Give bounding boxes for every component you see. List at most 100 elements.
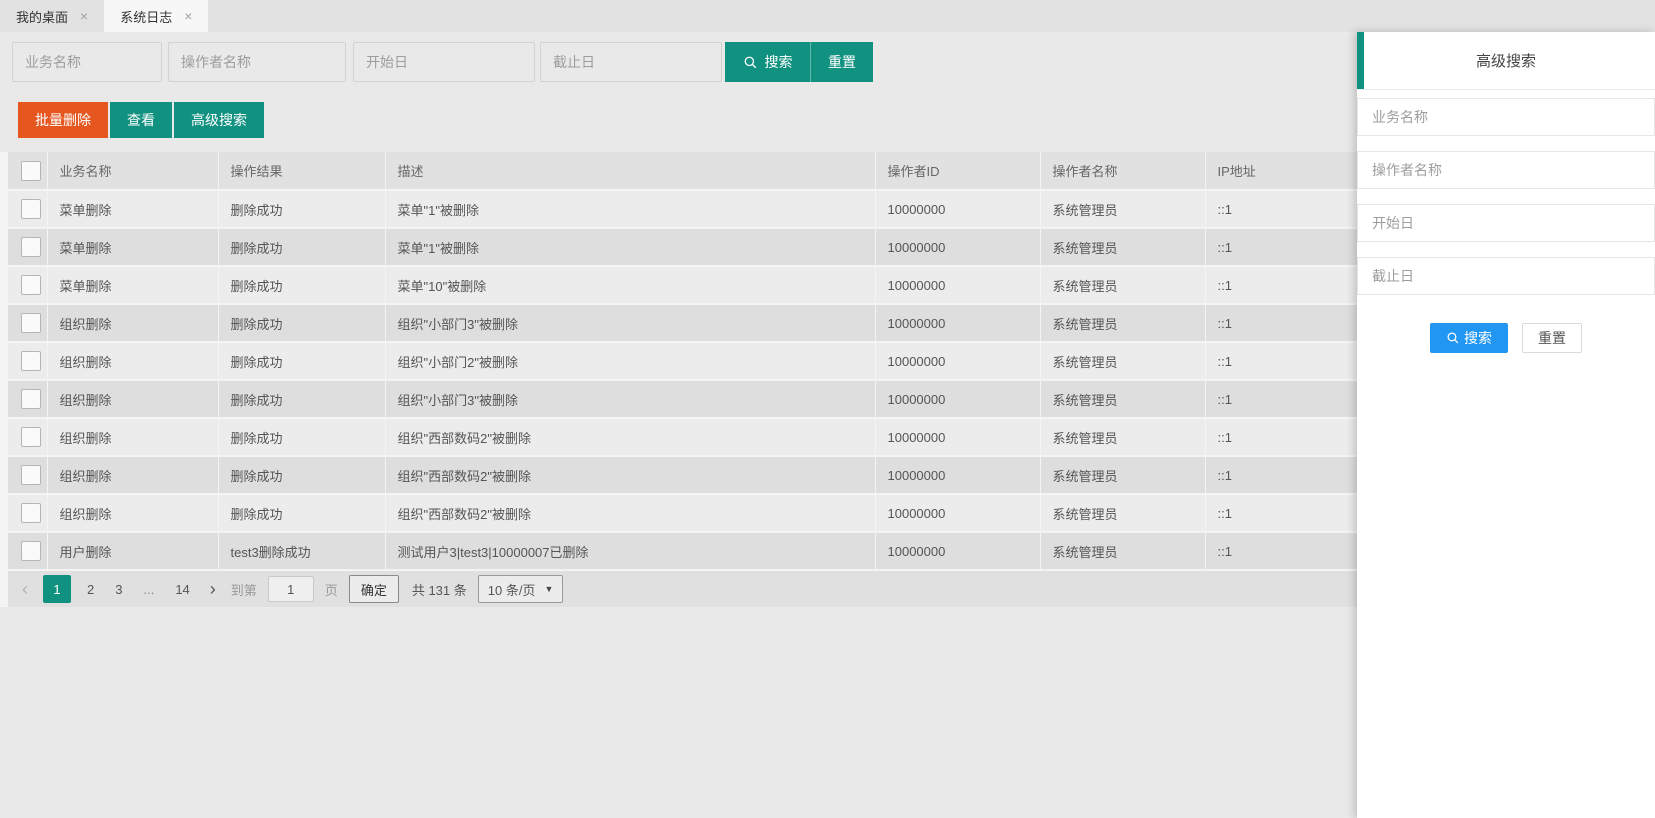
- cell-op-name: 系统管理员: [1040, 380, 1205, 418]
- column-header-business: 业务名称: [47, 152, 218, 190]
- cell-op-id: 10000000: [875, 418, 1040, 456]
- row-checkbox[interactable]: [21, 541, 41, 561]
- row-checkbox[interactable]: [21, 503, 41, 523]
- cell-op-id: 10000000: [875, 304, 1040, 342]
- cell-op-name: 系统管理员: [1040, 342, 1205, 380]
- goto-page-input[interactable]: [268, 576, 314, 602]
- cell-result: 删除成功: [218, 228, 385, 266]
- row-checkbox[interactable]: [21, 389, 41, 409]
- panel-body: 搜索 重置: [1357, 90, 1655, 353]
- close-icon[interactable]: ×: [184, 9, 192, 23]
- operator-name-input[interactable]: [168, 42, 346, 82]
- cell-business: 组织删除: [47, 342, 218, 380]
- cell-desc: 菜单"1"被删除: [385, 228, 875, 266]
- batch-delete-button[interactable]: 批量删除: [18, 102, 108, 138]
- page-size-select[interactable]: 10 条/页 ▼: [478, 575, 564, 603]
- page-button[interactable]: 1: [43, 575, 71, 603]
- search-icon: [1446, 331, 1460, 345]
- tab-label: 系统日志: [120, 7, 172, 26]
- cell-desc: 组织"小部门3"被删除: [385, 304, 875, 342]
- panel-search-button[interactable]: 搜索: [1430, 323, 1508, 353]
- cell-business: 菜单删除: [47, 190, 218, 228]
- advanced-search-panel: 高级搜索 搜索 重置: [1357, 32, 1655, 818]
- reset-button[interactable]: 重置: [811, 42, 873, 82]
- panel-search-label: 搜索: [1464, 328, 1492, 348]
- row-checkbox[interactable]: [21, 237, 41, 257]
- total-count-label: 共 131 条: [412, 580, 467, 599]
- cell-op-id: 10000000: [875, 380, 1040, 418]
- search-button[interactable]: 搜索: [725, 42, 811, 82]
- page-button[interactable]: 2: [82, 582, 99, 597]
- cell-op-id: 10000000: [875, 456, 1040, 494]
- cell-op-id: 10000000: [875, 228, 1040, 266]
- page-size-value: 10 条/页: [488, 580, 536, 599]
- chevron-down-icon: ▼: [544, 584, 553, 594]
- business-name-input[interactable]: [12, 42, 162, 82]
- cell-op-name: 系统管理员: [1040, 532, 1205, 570]
- view-button[interactable]: 查看: [110, 102, 172, 138]
- cell-op-name: 系统管理员: [1040, 418, 1205, 456]
- cell-desc: 菜单"1"被删除: [385, 190, 875, 228]
- tab-my-desktop[interactable]: 我的桌面 ×: [0, 0, 104, 32]
- panel-business-name-input[interactable]: [1357, 98, 1655, 136]
- cell-desc: 组织"西部数码2"被删除: [385, 494, 875, 532]
- cell-op-id: 10000000: [875, 342, 1040, 380]
- column-header-operator-id: 操作者ID: [875, 152, 1040, 190]
- confirm-button[interactable]: 确定: [349, 575, 399, 603]
- panel-title: 高级搜索: [1476, 50, 1536, 71]
- cell-desc: 组织"西部数码2"被删除: [385, 418, 875, 456]
- page-button[interactable]: 3: [110, 582, 127, 597]
- cell-result: 删除成功: [218, 494, 385, 532]
- panel-reset-button[interactable]: 重置: [1522, 323, 1582, 353]
- cell-op-name: 系统管理员: [1040, 494, 1205, 532]
- end-date-input[interactable]: [540, 42, 722, 82]
- cell-result: test3删除成功: [218, 532, 385, 570]
- cell-business: 菜单删除: [47, 228, 218, 266]
- cell-result: 删除成功: [218, 456, 385, 494]
- cell-result: 删除成功: [218, 418, 385, 456]
- row-checkbox[interactable]: [21, 199, 41, 219]
- search-button-group: 搜索 重置: [725, 42, 873, 82]
- page-button[interactable]: 14: [170, 582, 194, 597]
- cell-result: 删除成功: [218, 342, 385, 380]
- search-icon: [743, 55, 758, 70]
- tab-system-log[interactable]: 系统日志 ×: [104, 0, 208, 32]
- cell-business: 组织删除: [47, 304, 218, 342]
- cell-business: 用户删除: [47, 532, 218, 570]
- column-header-operator-name: 操作者名称: [1040, 152, 1205, 190]
- page-ellipsis: ...: [138, 582, 159, 597]
- cell-op-name: 系统管理员: [1040, 304, 1205, 342]
- prev-page-icon[interactable]: ‹: [18, 580, 32, 598]
- cell-desc: 测试用户3|test3|10000007已删除: [385, 532, 875, 570]
- row-checkbox[interactable]: [21, 313, 41, 333]
- row-checkbox[interactable]: [21, 465, 41, 485]
- panel-end-date-input[interactable]: [1357, 257, 1655, 295]
- goto-label: 到第: [231, 580, 257, 599]
- panel-header: 高级搜索: [1357, 32, 1655, 90]
- select-all-checkbox[interactable]: [21, 161, 41, 181]
- column-header-desc: 描述: [385, 152, 875, 190]
- cell-desc: 组织"小部门2"被删除: [385, 342, 875, 380]
- cell-result: 删除成功: [218, 380, 385, 418]
- panel-accent-bar: [1357, 32, 1364, 89]
- tab-bar: 我的桌面 × 系统日志 ×: [0, 0, 1655, 32]
- panel-operator-name-input[interactable]: [1357, 151, 1655, 189]
- row-checkbox[interactable]: [21, 275, 41, 295]
- start-date-input[interactable]: [353, 42, 535, 82]
- cell-op-name: 系统管理员: [1040, 228, 1205, 266]
- cell-business: 组织删除: [47, 494, 218, 532]
- cell-result: 删除成功: [218, 190, 385, 228]
- panel-start-date-input[interactable]: [1357, 204, 1655, 242]
- cell-result: 删除成功: [218, 304, 385, 342]
- reset-button-label: 重置: [828, 52, 856, 72]
- next-page-icon[interactable]: ›: [206, 580, 220, 598]
- advanced-search-button[interactable]: 高级搜索: [174, 102, 264, 138]
- cell-op-id: 10000000: [875, 190, 1040, 228]
- cell-op-name: 系统管理员: [1040, 456, 1205, 494]
- row-checkbox[interactable]: [21, 351, 41, 371]
- row-checkbox[interactable]: [21, 427, 41, 447]
- cell-result: 删除成功: [218, 266, 385, 304]
- cell-op-id: 10000000: [875, 532, 1040, 570]
- cell-business: 组织删除: [47, 418, 218, 456]
- close-icon[interactable]: ×: [80, 9, 88, 23]
